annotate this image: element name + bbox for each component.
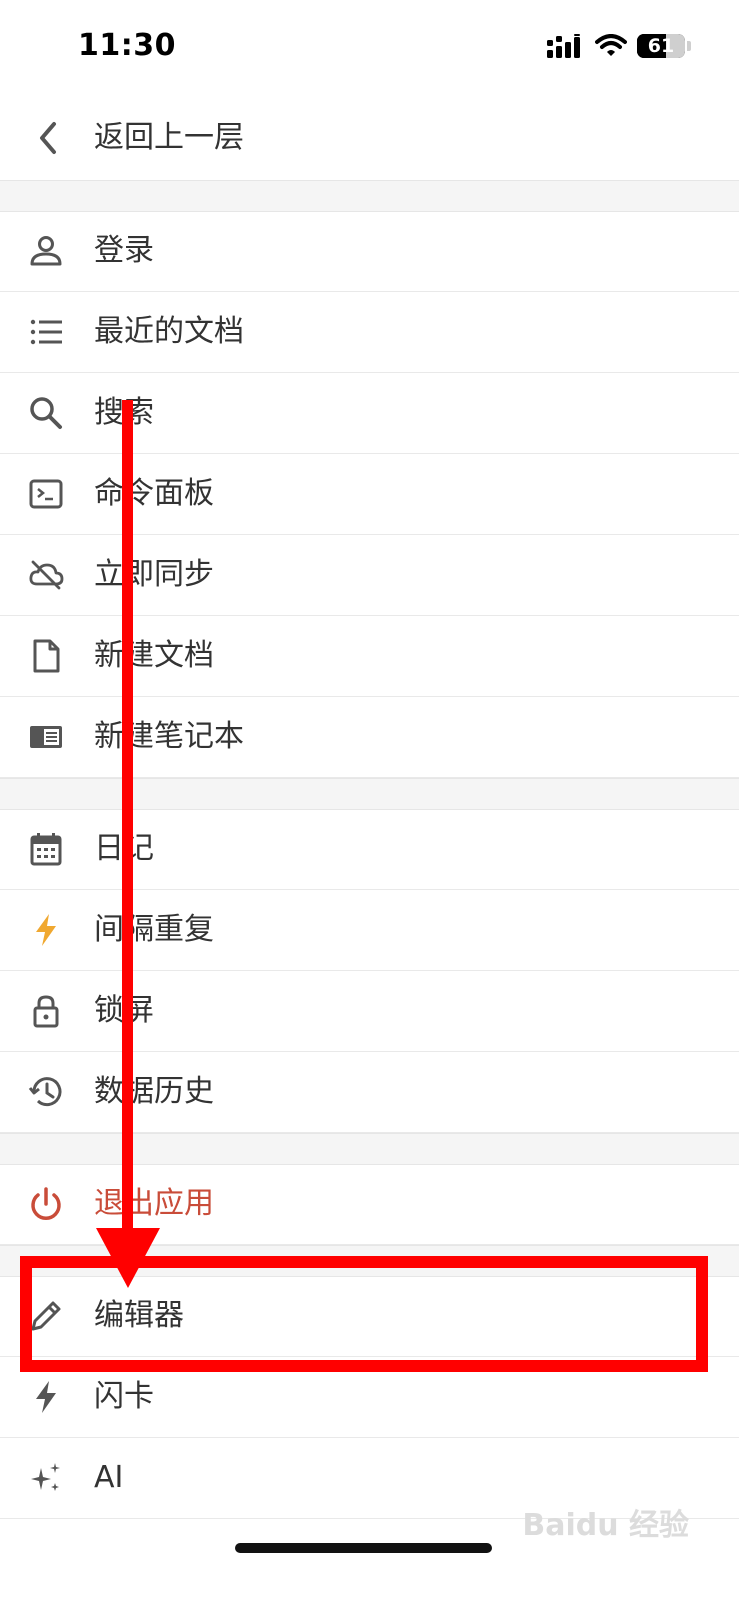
menu-item-diary[interactable]: 日记 — [0, 809, 739, 890]
menu-item-label: 数据历史 — [94, 1074, 214, 1109]
section-divider — [0, 1245, 739, 1277]
menu-item-label: AI — [94, 1460, 124, 1495]
user-icon — [30, 236, 62, 266]
back-label: 返回上一层 — [94, 120, 244, 155]
battery-icon: 61 — [637, 34, 685, 58]
menu-item-lock-screen[interactable]: 锁屏 — [0, 971, 739, 1052]
menu-item-recent-docs[interactable]: 最近的文档 — [0, 292, 739, 373]
battery-cap — [687, 41, 691, 51]
menu-group-exit: 退出应用 — [0, 1164, 739, 1245]
menu-item-command-panel[interactable]: 命令面板 — [0, 454, 739, 535]
flash-icon — [36, 1381, 56, 1413]
section-divider — [0, 180, 739, 212]
status-bar: 11:30 61 — [0, 0, 739, 96]
calendar-icon — [30, 833, 62, 866]
menu-item-label: 登录 — [94, 233, 154, 268]
menu-item-new-doc[interactable]: 新建文档 — [0, 616, 739, 697]
section-divider — [0, 1133, 739, 1165]
menu-item-search[interactable]: 搜索 — [0, 373, 739, 454]
list-icon — [30, 319, 62, 345]
pencil-icon — [31, 1301, 61, 1331]
menu-item-label: 编辑器 — [94, 1298, 184, 1333]
menu-item-label: 立即同步 — [94, 557, 214, 592]
terminal-icon — [29, 479, 63, 509]
search-icon — [30, 397, 62, 429]
menu-item-login[interactable]: 登录 — [0, 211, 739, 292]
menu-item-label: 锁屏 — [94, 993, 154, 1028]
menu-item-label: 新建笔记本 — [94, 719, 244, 754]
menu-item-label: 间隔重复 — [94, 912, 214, 947]
sparkle-icon — [31, 1463, 60, 1491]
chevron-left-icon — [40, 122, 56, 154]
menu-item-exit-app[interactable]: 退出应用 — [0, 1164, 739, 1245]
back-button[interactable]: 返回上一层 — [0, 96, 739, 180]
menu-item-editor[interactable]: 编辑器 — [0, 1276, 739, 1357]
file-icon — [33, 639, 60, 673]
menu-item-sync-now[interactable]: 立即同步 — [0, 535, 739, 616]
history-icon — [28, 1077, 62, 1107]
menu-group-tools: 日记 间隔重复 锁屏 数据历史 — [0, 809, 739, 1133]
menu-item-spaced-repetition[interactable]: 间隔重复 — [0, 890, 739, 971]
menu-item-new-notebook[interactable]: 新建笔记本 — [0, 697, 739, 778]
section-divider — [0, 778, 739, 810]
menu-item-label: 新建文档 — [94, 638, 214, 673]
signal-icon — [547, 34, 580, 58]
notebook-icon — [30, 726, 62, 748]
menu-item-label: 闪卡 — [94, 1379, 154, 1414]
lock-icon — [33, 995, 59, 1028]
menu-group-extra: 编辑器 闪卡 AI — [0, 1276, 739, 1519]
menu-item-data-history[interactable]: 数据历史 — [0, 1052, 739, 1133]
menu-item-flashcard[interactable]: 闪卡 — [0, 1357, 739, 1438]
menu-item-label: 命令面板 — [94, 476, 214, 511]
battery-level: 61 — [647, 35, 675, 57]
menu-item-label: 搜索 — [94, 395, 154, 430]
home-indicator — [235, 1543, 492, 1553]
menu-group-main: 登录 最近的文档 搜索 命令面板 立即同步 新建文档 新建笔记本 — [0, 211, 739, 778]
wifi-icon — [595, 34, 627, 56]
menu-item-label: 退出应用 — [94, 1186, 214, 1221]
cloud-off-icon — [29, 560, 64, 590]
menu-item-label: 最近的文档 — [94, 314, 244, 349]
status-icons: 61 — [547, 34, 691, 58]
lightning-icon — [36, 914, 56, 946]
status-time: 11:30 — [78, 28, 176, 63]
menu-item-label: 日记 — [94, 831, 154, 866]
watermark: Baidu 经验 — [522, 1508, 689, 1543]
power-icon — [31, 1187, 61, 1220]
